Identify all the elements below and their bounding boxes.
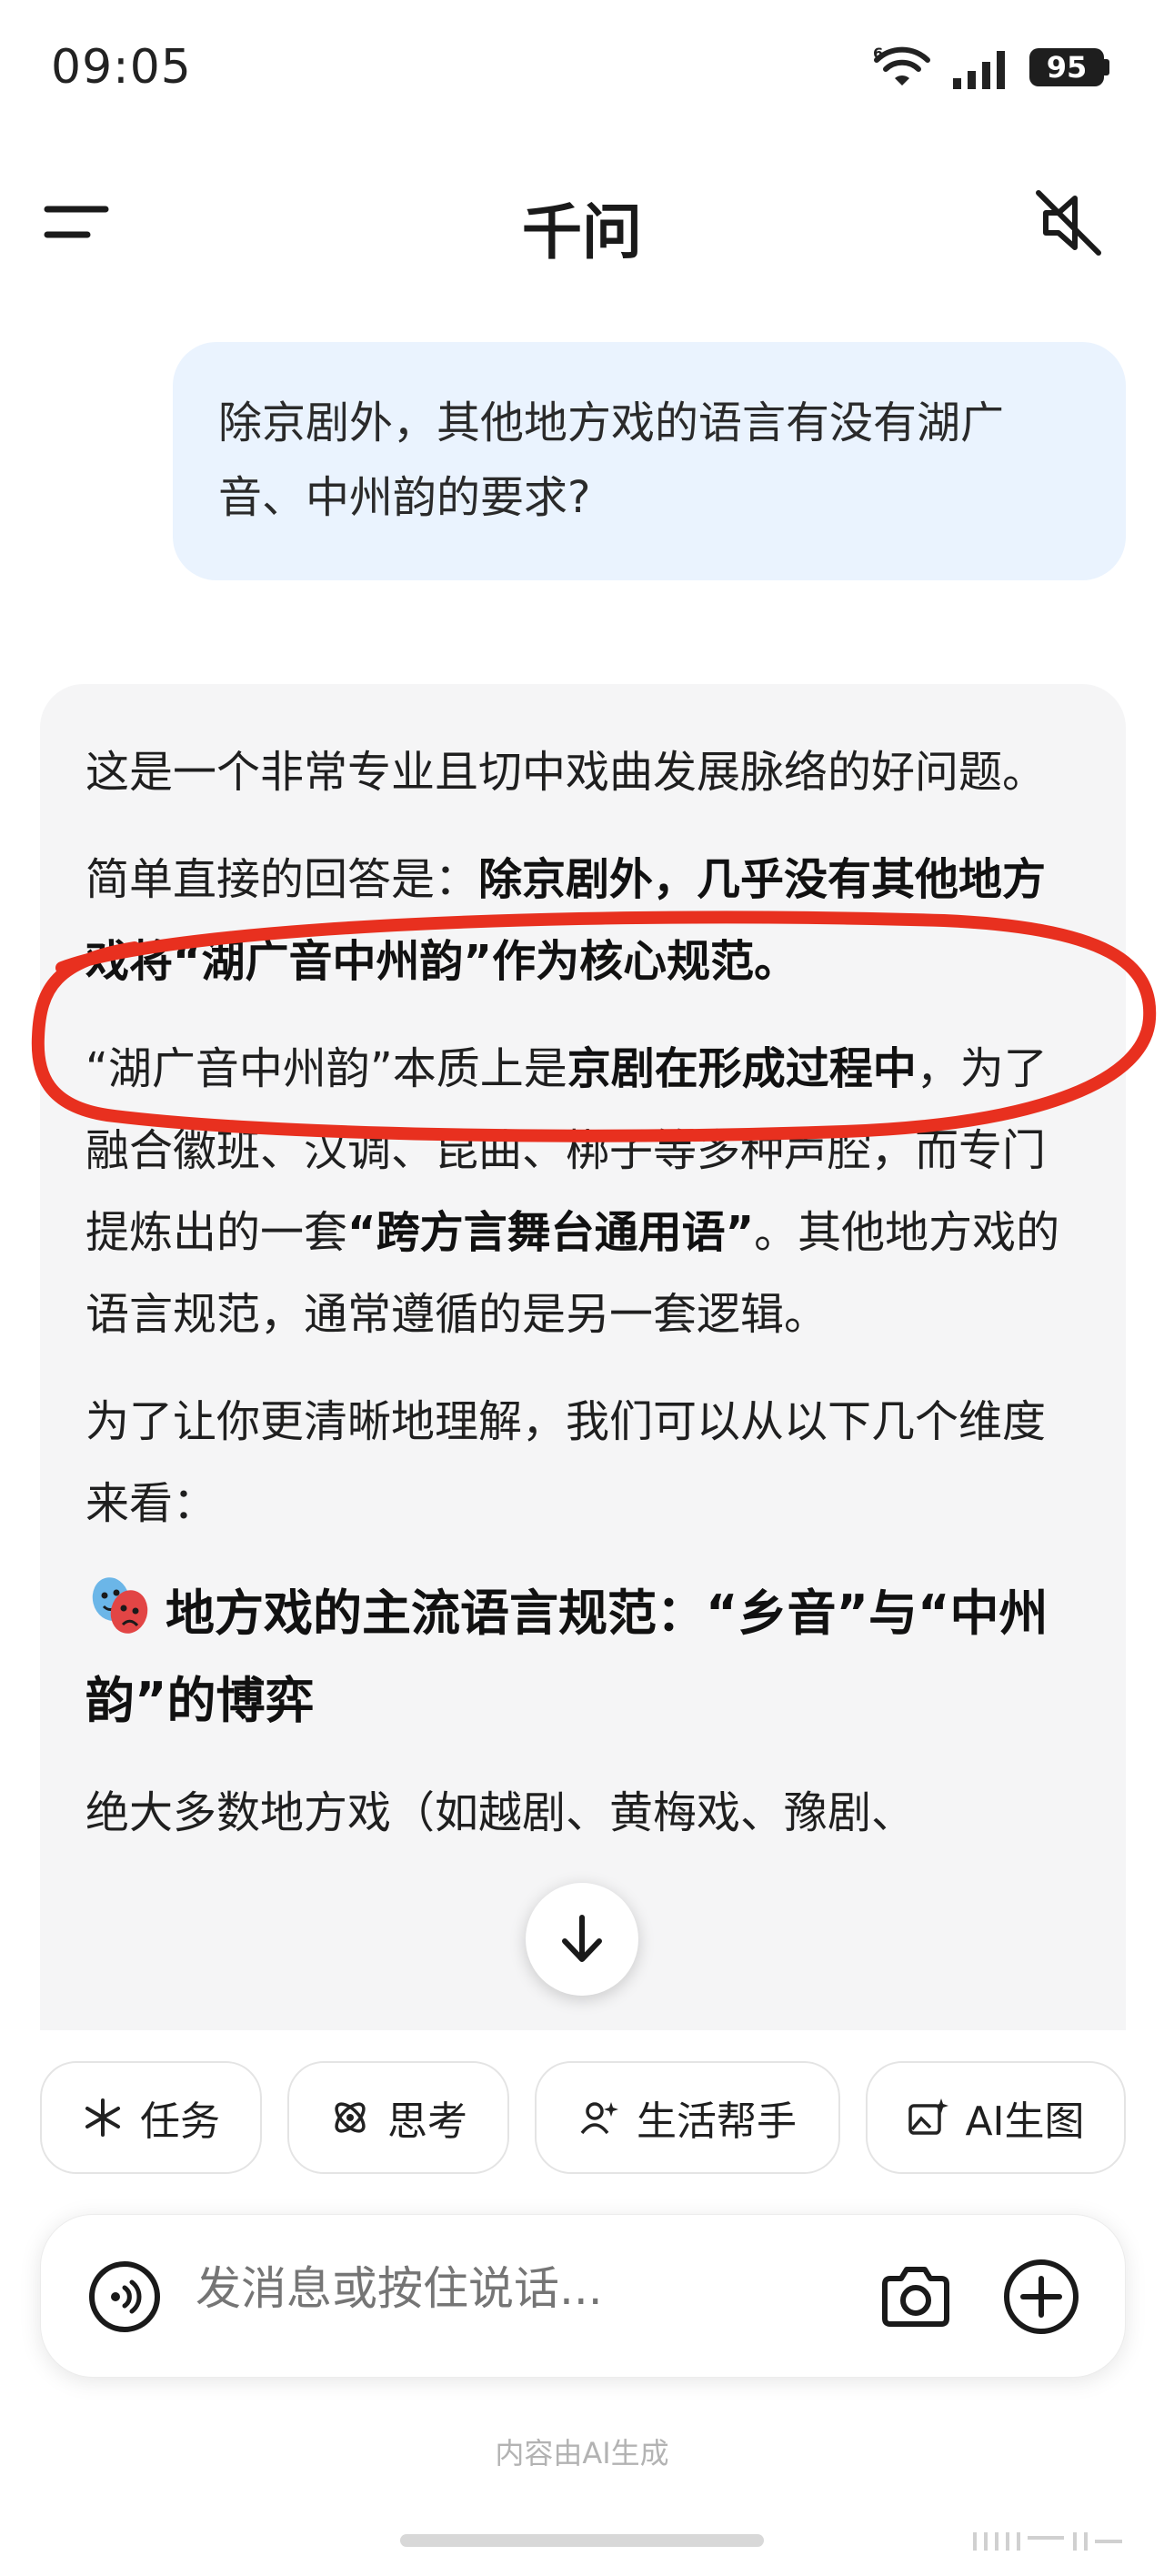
- wifi-icon: 6: [873, 45, 930, 86]
- volume-mute-icon: [1036, 190, 1101, 256]
- battery-level: 95: [1029, 48, 1104, 86]
- chip-think[interactable]: 思考: [287, 2061, 509, 2174]
- assistant-paragraph-answer: 简单直接的回答是：除京剧外，几乎没有其他地方戏将“湖广音中州韵”作为核心规范。: [85, 839, 1080, 1002]
- status-time: 09:05: [51, 40, 192, 95]
- section-heading-text: 地方戏的主流语言规范：“乡音”与“中州韵”的博弈: [85, 1585, 1049, 1729]
- image-sparkle-icon: [908, 2098, 949, 2135]
- app-title: 千问: [522, 197, 642, 267]
- assistant-paragraph: 这是一个非常专业且切中戏曲发展脉络的好问题。: [85, 747, 1047, 798]
- status-bar: 09:05 6 95: [0, 0, 1164, 136]
- quick-action-chips: 任务 思考 生活帮手 AI生图: [40, 2061, 1126, 2174]
- person-sparkle-icon: [580, 2102, 618, 2135]
- section-heading: 地方戏的主流语言规范：“乡音”与“中州韵”的博弈: [85, 1570, 1080, 1745]
- text-span: “湖广音中州韵”本质上是: [85, 1043, 567, 1094]
- arrow-down-icon: [562, 1915, 602, 1962]
- camera-icon: [882, 2267, 949, 2327]
- chip-label: 任务: [140, 2098, 220, 2145]
- camera-button[interactable]: [878, 2259, 954, 2335]
- voice-button[interactable]: [86, 2259, 163, 2335]
- cellular-signal-icon: [953, 51, 1005, 89]
- ai-generated-note: 内容由AI生成: [495, 2436, 669, 2470]
- watermark-icon: [973, 2532, 1122, 2551]
- chip-label: 思考: [387, 2098, 467, 2145]
- message-input-bar: [40, 2214, 1126, 2378]
- atom-icon: [335, 2102, 366, 2133]
- bold-span: 京剧在形成过程中: [567, 1043, 917, 1094]
- battery-cap: [1104, 59, 1109, 75]
- home-indicator[interactable]: [400, 2534, 764, 2547]
- status-icons: 6 95: [873, 44, 1109, 91]
- assistant-paragraph: 为了让你更清晰地理解，我们可以从以下几个维度来看：: [85, 1396, 1047, 1529]
- voice-wave-icon: [89, 2261, 160, 2332]
- scroll-down-button[interactable]: [526, 1883, 638, 1996]
- answer-prefix: 简单直接的回答是：: [85, 854, 479, 905]
- mute-button[interactable]: [1028, 182, 1109, 264]
- battery-indicator: 95: [1029, 48, 1109, 86]
- assistant-paragraph: 绝大多数地方戏（如越剧、黄梅戏、豫剧、: [85, 1787, 916, 1838]
- sparkle-icon: [85, 2098, 120, 2137]
- theater-masks-icon: [92, 1577, 148, 1634]
- message-input[interactable]: [196, 2262, 778, 2315]
- add-button[interactable]: [1001, 2257, 1081, 2337]
- chip-label: AI生图: [965, 2098, 1085, 2145]
- chip-life-helper[interactable]: 生活帮手: [535, 2061, 840, 2174]
- app-header: 千问: [0, 164, 1164, 273]
- chip-ai-image[interactable]: AI生图: [866, 2061, 1126, 2174]
- chip-label: 生活帮手: [637, 2098, 797, 2145]
- assistant-message-card: 这是一个非常专业且切中戏曲发展脉络的好问题。 简单直接的回答是：除京剧外，几乎没…: [40, 684, 1126, 2030]
- plus-circle-icon: [1004, 2259, 1079, 2334]
- svg-text:6: 6: [873, 45, 883, 62]
- user-message-bubble: 除京剧外，其他地方戏的语言有没有湖广音、中州韵的要求?: [173, 342, 1126, 580]
- assistant-paragraph: “湖广音中州韵”本质上是京剧在形成过程中，为了融合徽班、汉调、昆曲、梆子等多种声…: [85, 1028, 1080, 1355]
- chip-task[interactable]: 任务: [40, 2061, 262, 2174]
- bold-span: “跨方言舞台通用语”: [347, 1207, 755, 1258]
